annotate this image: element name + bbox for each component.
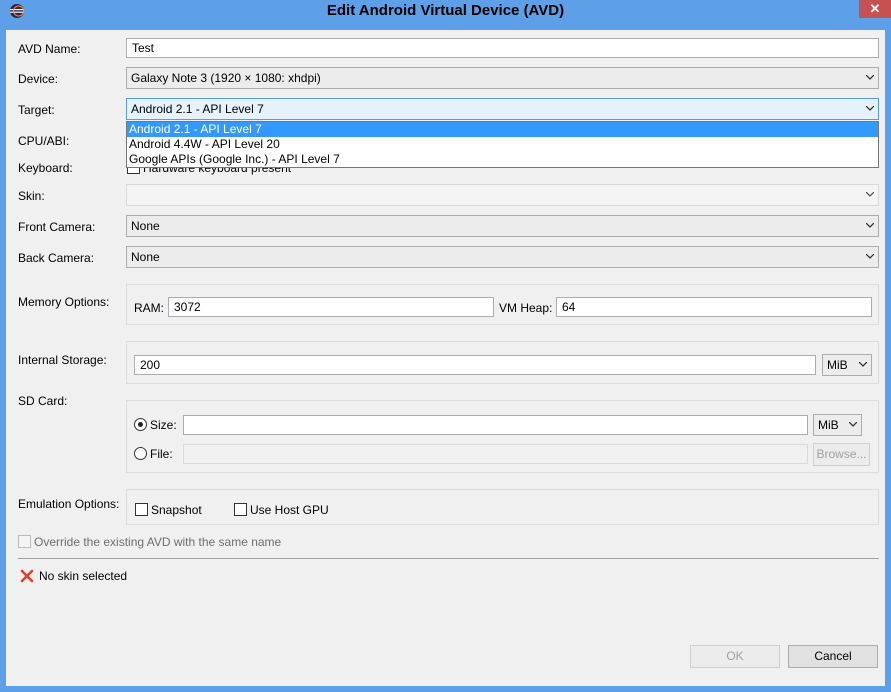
vm-heap-input[interactable]: 64: [556, 297, 872, 317]
back-camera-select[interactable]: None: [126, 246, 879, 268]
chevron-down-icon: [859, 362, 867, 367]
override-checkbox[interactable]: [18, 535, 31, 548]
internal-storage-unit-select[interactable]: MiB: [822, 354, 872, 376]
chevron-down-icon: [849, 422, 857, 427]
sd-size-label: Size:: [150, 418, 177, 432]
snapshot-label: Snapshot: [151, 503, 202, 517]
device-value: Galaxy Note 3 (1920 × 1080: xhdpi): [131, 71, 321, 85]
chevron-down-icon: [866, 106, 874, 111]
avd-name-input[interactable]: Test: [126, 38, 879, 58]
device-label: Device:: [18, 72, 59, 86]
memory-options-group: RAM: 3072 VM Heap: 64: [126, 284, 879, 325]
avd-name-label: AVD Name:: [18, 42, 81, 56]
sd-file-input[interactable]: [183, 444, 808, 464]
skin-select[interactable]: [126, 184, 879, 206]
dialog-body: AVD Name: Test Device: Galaxy Note 3 (19…: [6, 30, 885, 686]
internal-storage-input[interactable]: 200: [134, 355, 816, 375]
chevron-down-icon: [866, 192, 874, 197]
front-camera-label: Front Camera:: [18, 220, 96, 234]
keyboard-label: Keyboard:: [18, 161, 73, 175]
sd-size-radio[interactable]: [134, 418, 147, 431]
target-dropdown-list[interactable]: Android 2.1 - API Level 7 Android 4.4W -…: [126, 121, 879, 168]
internal-storage-label: Internal Storage:: [18, 353, 107, 367]
close-icon: ✕: [869, 1, 881, 16]
sd-file-label: File:: [150, 447, 173, 461]
emulation-options-label: Emulation Options:: [18, 497, 120, 511]
ok-button[interactable]: OK: [690, 645, 780, 668]
title-bar[interactable]: Edit Android Virtual Device (AVD) ✕: [0, 0, 891, 22]
close-button[interactable]: ✕: [859, 0, 891, 18]
sd-file-radio[interactable]: [134, 447, 147, 460]
cancel-button[interactable]: Cancel: [788, 645, 878, 668]
window-title: Edit Android Virtual Device (AVD): [326, 2, 565, 19]
target-option[interactable]: Android 4.4W - API Level 20: [127, 137, 878, 152]
sd-size-unit-value: MiB: [818, 418, 839, 432]
cpu-abi-label: CPU/ABI:: [18, 134, 70, 148]
target-label: Target:: [18, 103, 55, 117]
ram-input[interactable]: 3072: [168, 297, 494, 317]
device-select[interactable]: Galaxy Note 3 (1920 × 1080: xhdpi): [126, 67, 879, 89]
sd-size-input[interactable]: [183, 415, 808, 435]
override-label: Override the existing AVD with the same …: [34, 535, 282, 549]
chevron-down-icon: [866, 75, 874, 80]
dialog-window: Edit Android Virtual Device (AVD) ✕ AVD …: [0, 0, 891, 692]
memory-options-label: Memory Options:: [18, 295, 110, 309]
internal-storage-unit-value: MiB: [827, 358, 848, 372]
ram-label: RAM:: [134, 301, 164, 315]
snapshot-checkbox[interactable]: [135, 503, 148, 516]
front-camera-value: None: [131, 219, 160, 233]
sd-size-unit-select[interactable]: MiB: [813, 414, 862, 436]
skin-label: Skin:: [18, 189, 45, 203]
sd-card-group: Size: MiB File: Browse...: [126, 400, 879, 473]
use-host-gpu-checkbox[interactable]: [234, 503, 247, 516]
separator: [18, 558, 879, 559]
use-host-gpu-label: Use Host GPU: [250, 503, 329, 517]
internal-storage-group: 200 MiB: [126, 341, 879, 384]
front-camera-select[interactable]: None: [126, 215, 879, 237]
target-value: Android 2.1 - API Level 7: [131, 102, 264, 116]
vm-heap-label: VM Heap:: [499, 301, 553, 315]
chevron-down-icon: [866, 254, 874, 259]
chevron-down-icon: [866, 223, 874, 228]
back-camera-label: Back Camera:: [18, 251, 95, 265]
target-option[interactable]: Google APIs (Google Inc.) - API Level 7: [127, 152, 878, 167]
browse-button[interactable]: Browse...: [813, 443, 870, 466]
error-icon: [20, 569, 34, 583]
back-camera-value: None: [131, 250, 160, 264]
emulation-options-group: Snapshot Use Host GPU: [126, 489, 879, 525]
status-message: No skin selected: [39, 569, 128, 583]
target-select[interactable]: Android 2.1 - API Level 7: [126, 98, 879, 120]
sd-card-label: SD Card:: [18, 394, 68, 408]
target-option[interactable]: Android 2.1 - API Level 7: [127, 122, 878, 137]
